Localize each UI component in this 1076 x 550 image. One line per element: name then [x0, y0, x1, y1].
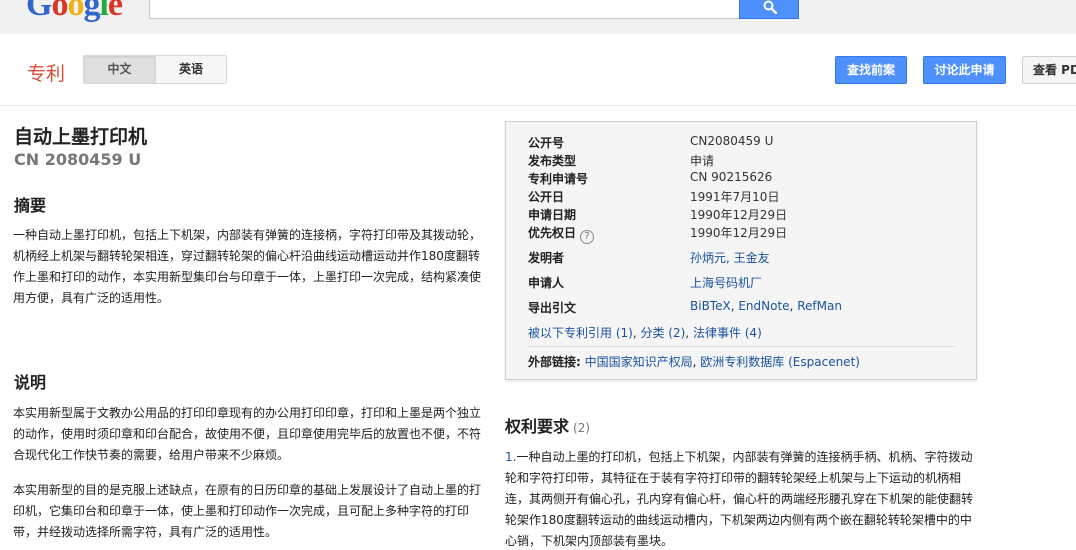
info-value: 1991年7月10日	[690, 190, 780, 204]
info-label: 发明者	[528, 251, 565, 265]
claims-heading-text: 权利要求	[505, 417, 570, 436]
logo-letter: o	[51, 0, 68, 23]
info-label: 发布类型	[528, 154, 577, 168]
claims-heading: 权利要求 (2)	[505, 413, 590, 437]
info-label: 专利申请号	[528, 172, 589, 186]
language-toggle: 中文 英语	[83, 55, 227, 84]
related-links: 被以下专利引用 (1), 分类 (2), 法律事件 (4)	[528, 326, 762, 340]
info-label-text: 优先权日	[528, 226, 577, 240]
info-label: 公开号	[528, 136, 565, 150]
info-value: 1990年12月29日	[690, 226, 788, 240]
find-prior-art-button[interactable]: 查找前案	[835, 56, 907, 84]
search-icon	[763, 0, 777, 14]
claims-count: (2)	[573, 421, 591, 435]
abstract-heading: 摘要	[14, 196, 47, 215]
divider	[528, 346, 956, 347]
claim-1: 1.一种自动上墨的打印机，包括上下机架，内部装有弹簧的连接柄手柄、机柄、字符拨动…	[505, 447, 977, 550]
description-heading: 说明	[14, 373, 47, 392]
export-bibtex-link[interactable]: BiBTeX	[690, 299, 731, 313]
export-refman-link[interactable]: RefMan	[797, 299, 842, 313]
description-paragraph: 本实用新型的目的是克服上述缺点，在原有的日历印章的基础上发展设计了自动上墨的打印…	[13, 483, 482, 539]
info-label: 申请日期	[528, 208, 577, 222]
claim-number: 1.	[505, 450, 517, 464]
search-bar: Google	[0, 0, 1076, 34]
info-value: 申请	[690, 154, 715, 168]
abstract-text: 一种自动上墨打印机，包括上下机架，内部装有弹簧的连接柄，字符打印带及其拨动轮，机…	[13, 228, 482, 305]
classification-link[interactable]: 分类 (2)	[640, 326, 685, 340]
cited-by-link[interactable]: 被以下专利引用 (1)	[528, 326, 633, 340]
patent-info-box: 公开号 CN2080459 U 发布类型 申请 专利申请号 CN 9021562…	[505, 121, 977, 380]
info-value: CN 90215626	[690, 170, 773, 184]
info-label: 导出引文	[528, 301, 577, 315]
inventor-link[interactable]: 孙炳元, 王金友	[690, 249, 770, 266]
logo-letter: e	[107, 0, 123, 23]
logo-letter: G	[26, 0, 52, 23]
logo-letter: g	[83, 0, 100, 23]
view-pdf-button[interactable]: 查看 PDF	[1022, 56, 1076, 84]
publication-number: CN 2080459 U	[14, 150, 142, 169]
sipo-link[interactable]: 中国国家知识产权局	[585, 355, 693, 369]
section-label[interactable]: 专利	[27, 59, 65, 86]
legal-events-link[interactable]: 法律事件 (4)	[693, 326, 762, 340]
info-label: 公开日	[528, 190, 565, 204]
info-value: 1990年12月29日	[690, 208, 788, 222]
google-logo[interactable]: Google	[26, 0, 123, 23]
external-links-row: 外部链接: 中国国家知识产权局, 欧洲专利数据库 (Espacenet)	[528, 355, 860, 369]
logo-letter: l	[99, 0, 109, 23]
question-circle-icon[interactable]: ?	[580, 230, 595, 244]
export-links: BiBTeX, EndNote, RefMan	[690, 299, 842, 313]
info-label: 申请人	[528, 276, 565, 290]
lang-chinese-button[interactable]: 中文	[84, 56, 155, 83]
export-endnote-link[interactable]: EndNote	[738, 299, 789, 313]
espacenet-link[interactable]: 欧洲专利数据库 (Espacenet)	[700, 355, 860, 369]
claim-text: 一种自动上墨的打印机，包括上下机架，内部装有弹簧的连接柄手柄、机柄、字符拨动轮和…	[505, 450, 974, 548]
logo-letter: o	[67, 0, 84, 23]
patent-title: 自动上墨打印机	[14, 126, 148, 148]
page-header: 专利 中文 英语 查找前案 讨论此申请 查看 PDF	[0, 34, 1076, 106]
external-links-label: 外部链接:	[528, 355, 581, 369]
search-input[interactable]	[149, 0, 741, 19]
lang-english-button[interactable]: 英语	[155, 56, 226, 83]
info-value: CN2080459 U	[690, 134, 774, 148]
applicant-link[interactable]: 上海号码机厂	[690, 274, 762, 291]
discuss-application-button[interactable]: 讨论此申请	[923, 56, 1006, 84]
info-label: 优先权日?	[528, 224, 688, 244]
search-button[interactable]	[739, 0, 799, 19]
description-paragraph: 本实用新型属于文教办公用品的打印印章现有的办公用打印印章，打印和上墨是两个独立的…	[13, 406, 482, 462]
